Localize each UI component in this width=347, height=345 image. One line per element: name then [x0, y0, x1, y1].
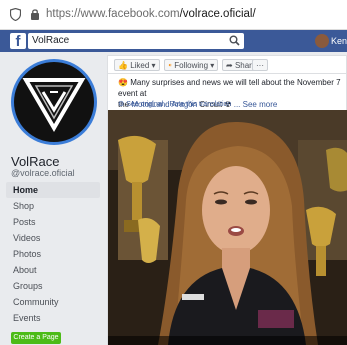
sidebar-item-photos[interactable]: Photos: [6, 246, 100, 262]
rss-icon: ⁌: [168, 61, 172, 70]
emoji-icon: 😍: [118, 78, 128, 87]
search-value: VolRace: [32, 35, 70, 46]
volrace-logo: [14, 62, 94, 142]
page-name[interactable]: VolRace: [11, 154, 59, 169]
see-original-link[interactable]: See original: [126, 101, 163, 108]
see-more-link[interactable]: ... See more: [234, 100, 278, 109]
sidebar-item-shop[interactable]: Shop: [6, 198, 100, 214]
video-frame: [108, 110, 347, 345]
video-controls[interactable]: [108, 336, 347, 345]
page-avatar[interactable]: [11, 59, 97, 145]
page-actions-bar: 👍 Liked ▾ ⁌ Following ▾ ➦ Share ···: [107, 55, 347, 74]
url-text[interactable]: https://www.facebook.com/volrace.oficial…: [46, 8, 256, 20]
browser-window: https://www.facebook.com/volrace.oficial…: [0, 0, 347, 345]
post-line-1: Many surprises and news we will tell abo…: [118, 78, 341, 98]
sidebar-item-community[interactable]: Community: [6, 294, 100, 310]
address-bar[interactable]: https://www.facebook.com/volrace.oficial…: [0, 0, 347, 30]
more-button[interactable]: ···: [252, 59, 268, 71]
sidebar-item-home[interactable]: Home: [6, 182, 100, 198]
lock-icon[interactable]: [30, 8, 40, 21]
separator-dot: ·: [165, 101, 168, 108]
liked-label: Liked ▾: [130, 61, 156, 70]
search-input[interactable]: VolRace: [28, 33, 244, 49]
sidebar-item-about[interactable]: About: [6, 262, 100, 278]
volrace-logo-mark: [22, 78, 86, 132]
following-label: Following ▾: [174, 61, 215, 70]
liked-button[interactable]: 👍 Liked ▾: [114, 59, 160, 71]
url-host: https://www.facebook.com: [46, 8, 180, 20]
sidebar-item-posts[interactable]: Posts: [6, 214, 100, 230]
globe-icon: ⚙: [118, 101, 125, 108]
search-icon[interactable]: [229, 35, 240, 46]
page-main: 👍 Liked ▾ ⁌ Following ▾ ➦ Share ··· 😍 Ma…: [107, 52, 347, 345]
post-video[interactable]: [108, 110, 347, 345]
post-card: 😍 Many surprises and news we will tell a…: [107, 74, 347, 345]
share-icon: ➦: [226, 61, 233, 70]
page-content: VolRace @volrace.oficial Home Shop Posts…: [0, 52, 347, 345]
sidebar-item-groups[interactable]: Groups: [6, 278, 100, 294]
profile-avatar[interactable]: [315, 34, 329, 48]
page-sidebar: VolRace @volrace.oficial Home Shop Posts…: [0, 52, 106, 345]
url-path: /volrace.oficial/: [179, 8, 256, 20]
facebook-header: f VolRace Kens: [0, 30, 347, 52]
sidebar-item-videos[interactable]: Videos: [6, 230, 100, 246]
rate-translation-link[interactable]: Rate this translation: [169, 101, 231, 108]
profile-name[interactable]: Kens: [331, 36, 347, 46]
sidebar-item-events[interactable]: Events: [6, 310, 100, 326]
page-handle: @volrace.oficial: [11, 168, 75, 178]
facebook-logo[interactable]: f: [10, 33, 26, 49]
following-button[interactable]: ⁌ Following ▾: [164, 59, 219, 71]
translation-links: ⚙ See original · Rate this translation: [118, 100, 231, 108]
shield-icon[interactable]: [10, 8, 21, 21]
create-page-button[interactable]: Create a Page: [11, 332, 61, 344]
sidebar-nav: Home Shop Posts Videos Photos About Grou…: [6, 182, 100, 326]
thumbs-up-icon: 👍: [118, 61, 128, 70]
